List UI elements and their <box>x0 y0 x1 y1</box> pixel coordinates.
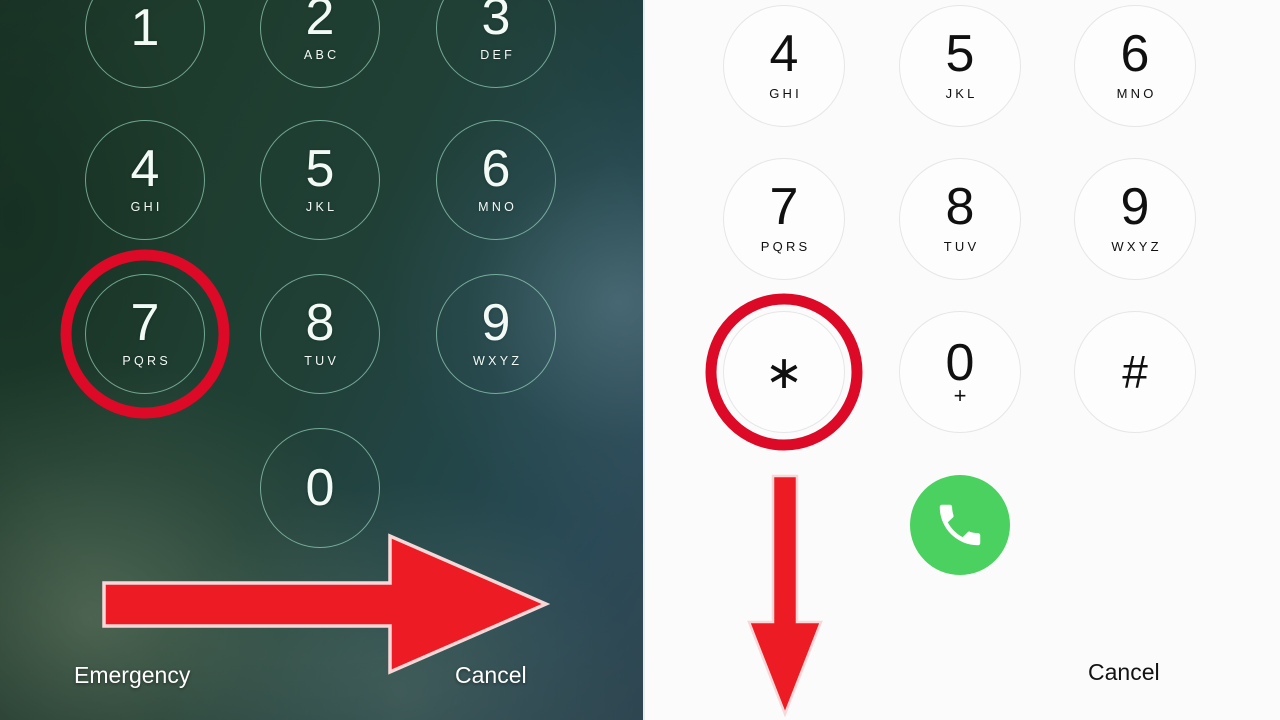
key-letters: + <box>953 383 967 409</box>
dialer-key-hash[interactable]: # <box>1074 311 1196 433</box>
key-digit: 0 <box>305 459 335 517</box>
key-letters: PQRS <box>760 238 811 254</box>
key-letters: WXYZ <box>472 354 523 369</box>
phone-icon <box>939 504 981 546</box>
key-letters: TUV <box>943 238 980 254</box>
key-letters: JKL <box>945 85 978 101</box>
key-digit: 7 <box>769 178 799 237</box>
dialer-key-7[interactable]: 7 PQRS <box>723 158 845 280</box>
highlight-ring-key-7 <box>60 249 230 419</box>
dialer-key-0[interactable]: 0 + <box>899 311 1021 433</box>
key-digit: 9 <box>481 293 511 352</box>
key-letters: JKL <box>305 200 338 215</box>
screenshot-root: 1 2 ABC 3 DEF 4 GHI 5 JKL 6 MNO 7 PQRS 8 <box>0 0 1280 720</box>
key-digit: 9 <box>1120 178 1150 237</box>
key-digit: 8 <box>945 178 975 237</box>
key-letters: GHI <box>769 85 802 101</box>
key-digit: 1 <box>130 0 160 57</box>
cancel-button-left[interactable]: Cancel <box>455 662 527 689</box>
keypad-key-4[interactable]: 4 GHI <box>85 120 205 240</box>
dialer-key-4[interactable]: 4 GHI <box>723 5 845 127</box>
key-digit: 6 <box>481 139 511 198</box>
cancel-button-right[interactable]: Cancel <box>1088 659 1160 686</box>
call-button[interactable] <box>910 475 1010 575</box>
left-panel-lockscreen: 1 2 ABC 3 DEF 4 GHI 5 JKL 6 MNO 7 PQRS 8 <box>0 0 645 720</box>
key-letters: GHI <box>130 200 163 215</box>
keypad-key-8[interactable]: 8 TUV <box>260 274 380 394</box>
key-letters: ABC <box>303 48 340 63</box>
emergency-button[interactable]: Emergency <box>74 662 190 689</box>
dialer-key-6[interactable]: 6 MNO <box>1074 5 1196 127</box>
key-digit: 3 <box>481 0 511 46</box>
key-letters: MNO <box>1116 85 1157 101</box>
keypad-key-5[interactable]: 5 JKL <box>260 120 380 240</box>
key-letters: MNO <box>478 200 518 215</box>
key-digit: 0 <box>945 334 975 393</box>
key-digit: # <box>1122 346 1148 398</box>
key-letters: DEF <box>480 48 516 63</box>
key-digit: 6 <box>1120 25 1150 84</box>
key-digit: 4 <box>769 25 799 84</box>
highlight-ring-key-star <box>705 293 863 451</box>
key-digit: 5 <box>945 25 975 84</box>
key-digit: 5 <box>305 139 335 198</box>
dialer-key-9[interactable]: 9 WXYZ <box>1074 158 1196 280</box>
key-digit: 2 <box>305 0 335 46</box>
key-digit: 4 <box>130 139 160 198</box>
key-letters: TUV <box>304 354 340 369</box>
dialer-key-8[interactable]: 8 TUV <box>899 158 1021 280</box>
keypad-key-9[interactable]: 9 WXYZ <box>436 274 556 394</box>
key-digit: 8 <box>305 293 335 352</box>
annotation-arrow-down <box>747 474 823 718</box>
key-letters: WXYZ <box>1111 238 1162 254</box>
keypad-key-6[interactable]: 6 MNO <box>436 120 556 240</box>
dialer-key-5[interactable]: 5 JKL <box>899 5 1021 127</box>
